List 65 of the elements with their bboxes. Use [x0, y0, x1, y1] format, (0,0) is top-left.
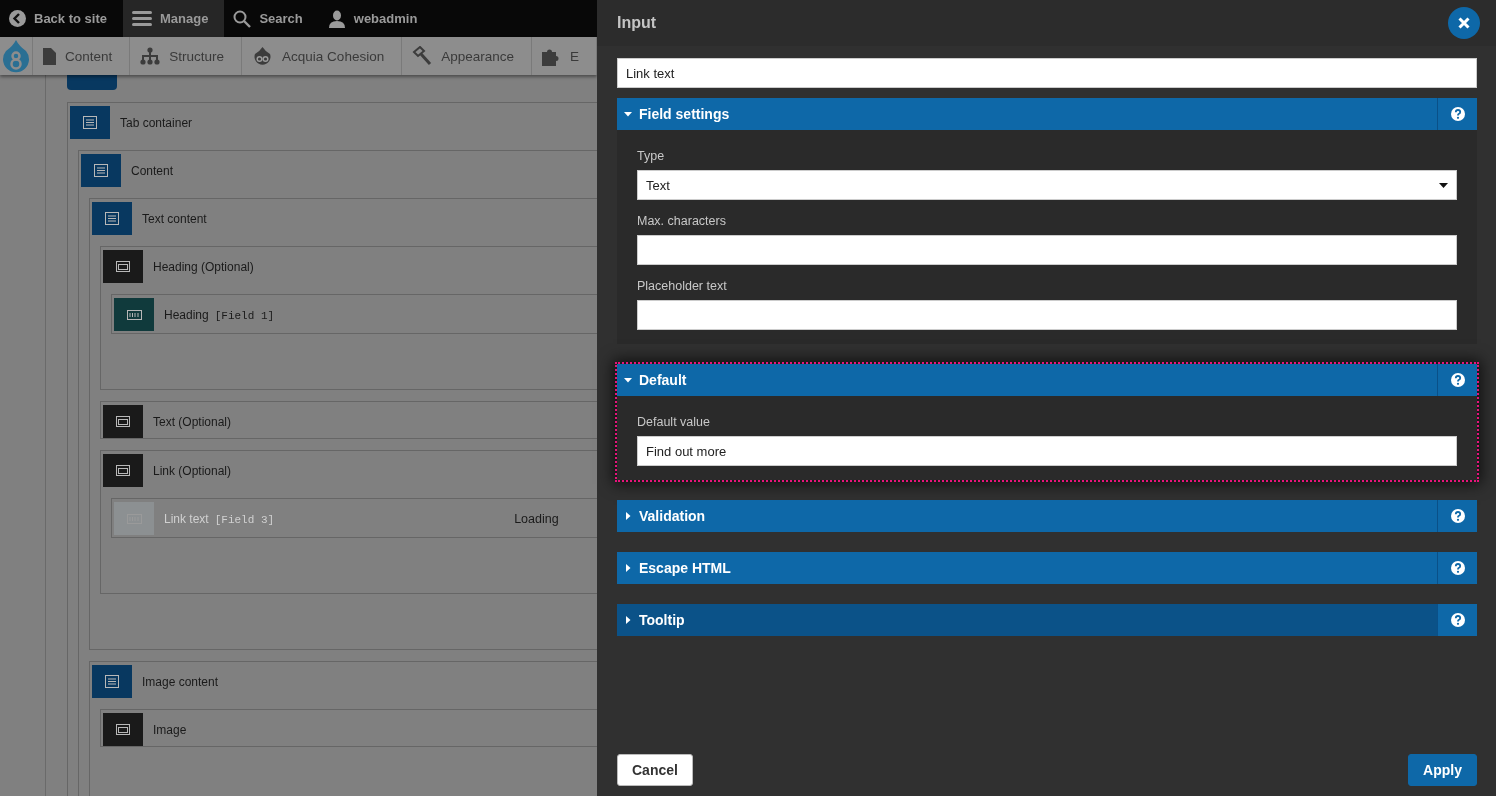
field-label: Link text [Field 3]: [164, 511, 275, 526]
help-icon: [1450, 373, 1465, 387]
toolbar-item[interactable]: Manage: [123, 0, 225, 37]
element-label: Image content: [142, 674, 219, 689]
field-label: Type: [637, 149, 666, 163]
cancel-button[interactable]: Cancel: [617, 754, 693, 786]
brush-icon: [412, 46, 433, 66]
loading-status: Loading: [514, 511, 559, 526]
close-button[interactable]: [1448, 7, 1480, 39]
element-label: Image: [153, 722, 187, 737]
close-icon: [1458, 17, 1470, 29]
toolbar-item[interactable]: webadmin: [318, 0, 434, 37]
input-field[interactable]: [637, 300, 1457, 330]
field-label: Heading [Field 1]: [164, 307, 275, 322]
tray-menu-item[interactable]: Structure: [130, 37, 243, 75]
layout-icon: [94, 164, 108, 177]
toolbar-item[interactable]: Search: [224, 0, 319, 37]
text-field-icon: [126, 309, 142, 320]
help-icon: [1450, 509, 1465, 523]
document-icon: [43, 47, 56, 65]
title-input-field[interactable]: Link text: [617, 58, 1477, 88]
window-icon: [116, 261, 130, 272]
layout-icon: [105, 675, 119, 688]
toolbar-item[interactable]: Back to site: [0, 0, 123, 37]
search-icon: [233, 9, 252, 28]
section-header[interactable]: Tooltip: [617, 604, 1477, 636]
input-field[interactable]: [637, 235, 1457, 265]
section-header[interactable]: Default: [617, 364, 1477, 396]
type-select[interactable]: Text: [637, 170, 1457, 200]
caret-down-icon: [624, 376, 632, 384]
caret-right-icon: [624, 564, 632, 572]
menu-icon: [132, 10, 152, 27]
section-header[interactable]: Escape HTML: [617, 552, 1477, 584]
apply-button[interactable]: Apply: [1408, 754, 1477, 786]
field-label: Default value: [637, 415, 711, 429]
user-icon: [327, 9, 346, 28]
window-icon: [116, 465, 130, 476]
window-icon: [116, 416, 130, 427]
help-icon: [1450, 613, 1465, 627]
hierarchy-icon: [140, 47, 161, 65]
element-label: Tab container: [120, 115, 193, 130]
layout-icon: [83, 116, 97, 129]
section-header[interactable]: Field settings: [617, 98, 1477, 130]
input-field[interactable]: Find out more: [637, 436, 1457, 466]
field-label: Max. characters: [637, 214, 727, 228]
caret-right-icon: [624, 616, 632, 624]
help-button[interactable]: [1437, 604, 1477, 636]
back-icon: [9, 10, 26, 27]
panel-title: Input: [617, 14, 657, 32]
window-icon: [116, 724, 130, 735]
layout-icon: [105, 212, 119, 225]
element-label: Content: [131, 163, 174, 178]
element-label: Link (Optional): [153, 463, 232, 478]
caret-icon: [1439, 182, 1448, 188]
element-label: Text content: [142, 211, 207, 226]
element-label: Text (Optional): [153, 414, 232, 429]
field-label: Placeholder text: [637, 279, 728, 293]
tray-menu-item[interactable]: Acquia Cohesion: [242, 37, 403, 75]
help-icon: [1450, 561, 1465, 575]
section-header[interactable]: Validation: [617, 500, 1477, 532]
element-label: Heading (Optional): [153, 259, 254, 274]
help-icon: [1450, 107, 1465, 121]
caret-right-icon: [624, 512, 632, 520]
caret-down-icon: [624, 110, 632, 118]
tray-menu-item[interactable]: Appearance: [402, 37, 532, 75]
